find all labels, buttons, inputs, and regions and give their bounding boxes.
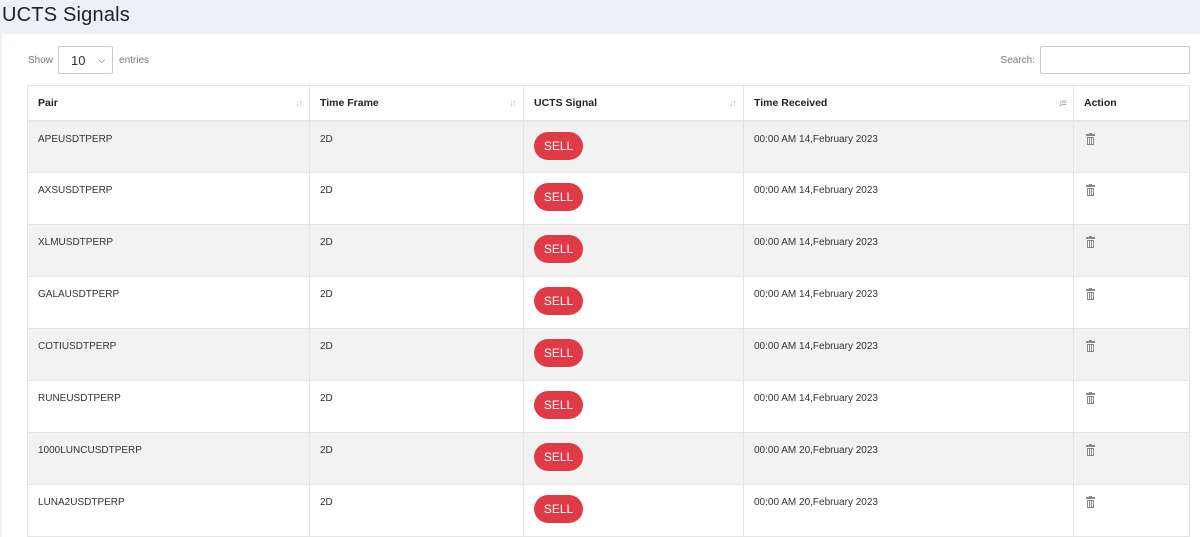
table-row: GALAUSDTPERP 2D SELL 00:00 AM 14,February 2…: [27, 276, 1190, 329]
action-cell: [1073, 224, 1190, 277]
table-row: 1000LUNCUSDTPERP 2D SELL 00:00 AM 20,Februa…: [27, 432, 1190, 485]
entries-length-control: Show 10 ⌵ entries: [28, 45, 149, 75]
sell-badge: SELL: [534, 443, 583, 471]
column-header-pair[interactable]: Pair ↓↑: [27, 85, 310, 122]
entries-label: entries: [119, 54, 150, 66]
table-row: XLMUSDTPERP 2D SELL 00:00 AM 14,February 20…: [27, 224, 1190, 277]
page-title: UCTS Signals: [2, 4, 130, 26]
sort-icon: ↓↑: [509, 98, 517, 109]
time-received-cell: 00:00 AM 14,February 2023: [743, 328, 1074, 381]
time-received-cell: 00:00 AM 14,February 2023: [743, 172, 1074, 225]
time-received-cell: 00:00 AM 14,February 2023: [743, 276, 1074, 329]
timeframe-cell: 2D: [309, 328, 524, 381]
time-received-cell: 00:00 AM 14,February 2023: [743, 224, 1074, 277]
table-row: LUNA2USDTPERP 2D SELL 00:00 AM 20,February …: [27, 484, 1190, 537]
table-row: AXSUSDTPERP 2D SELL 00:00 AM 14,February 20…: [27, 172, 1190, 225]
show-label: Show: [28, 54, 54, 66]
sell-badge: SELL: [534, 287, 583, 315]
action-cell: [1073, 380, 1190, 433]
column-header-label: Pair: [38, 96, 58, 109]
table-row: APEUSDTPERP 2D SELL 00:00 AM 14,February 20…: [27, 120, 1190, 173]
sell-badge: SELL: [534, 391, 583, 419]
column-header-label: Time Received: [754, 96, 828, 109]
sell-badge: SELL: [534, 235, 583, 263]
signal-cell: SELL: [523, 276, 744, 329]
trash-icon[interactable]: [1086, 444, 1095, 456]
timeframe-cell: 2D: [309, 172, 524, 225]
timeframe-cell: 2D: [309, 380, 524, 433]
action-cell: [1073, 276, 1190, 329]
column-header-label: Action: [1084, 96, 1117, 109]
column-header-action: Action: [1073, 85, 1190, 122]
search-label: Search:: [1000, 54, 1035, 66]
signal-cell: SELL: [523, 484, 744, 537]
trash-icon[interactable]: [1086, 392, 1095, 404]
sell-badge: SELL: [534, 339, 583, 367]
search-input[interactable]: [1040, 46, 1190, 74]
pair-cell: COTIUSDTPERP: [27, 328, 310, 381]
timeframe-cell: 2D: [309, 432, 524, 485]
signals-panel: Show 10 ⌵ entries Search: Pair ↓↑ Time Fr…: [2, 34, 1200, 537]
trash-icon[interactable]: [1086, 340, 1095, 352]
sort-desc-icon: ↓≡: [1058, 98, 1067, 109]
table-controls: Show 10 ⌵ entries Search:: [28, 45, 1190, 75]
time-received-cell: 00:00 AM 20,February 2023: [743, 432, 1074, 485]
chevron-down-icon: ⌵: [98, 54, 106, 65]
signal-cell: SELL: [523, 328, 744, 381]
action-cell: [1073, 120, 1190, 173]
timeframe-cell: 2D: [309, 276, 524, 329]
pair-cell: APEUSDTPERP: [27, 120, 310, 173]
timeframe-cell: 2D: [309, 224, 524, 277]
signals-table: Pair ↓↑ Time Frame ↓↑ UCTS Signal ↓↑ Time R…: [27, 85, 1190, 537]
signal-cell: SELL: [523, 224, 744, 277]
search-control: Search:: [1001, 45, 1190, 75]
table-row: RUNEUSDTPERP 2D SELL 00:00 AM 14,February 2…: [27, 380, 1190, 433]
signal-cell: SELL: [523, 432, 744, 485]
trash-icon[interactable]: [1086, 288, 1095, 300]
sort-icon: ↓↑: [295, 98, 303, 109]
time-received-cell: 00:00 AM 20,February 2023: [743, 484, 1074, 537]
action-cell: [1073, 328, 1190, 381]
timeframe-cell: 2D: [309, 120, 524, 173]
table-row: COTIUSDTPERP 2D SELL 00:00 AM 14,February 2…: [27, 328, 1190, 381]
pair-cell: LUNA2USDTPERP: [27, 484, 310, 537]
column-header-label: UCTS Signal: [534, 96, 598, 109]
entries-select-value: 10: [71, 52, 86, 68]
pair-cell: GALAUSDTPERP: [27, 276, 310, 329]
action-cell: [1073, 432, 1190, 485]
column-header-time-received[interactable]: Time Received ↓≡: [743, 85, 1074, 122]
trash-icon[interactable]: [1086, 496, 1095, 508]
entries-select[interactable]: 10 ⌵: [58, 46, 114, 74]
pair-cell: AXSUSDTPERP: [27, 172, 310, 225]
signal-cell: SELL: [523, 120, 744, 173]
column-header-label: Time Frame: [320, 96, 379, 109]
action-cell: [1073, 484, 1190, 537]
trash-icon[interactable]: [1086, 132, 1095, 145]
sort-icon: ↓↑: [729, 98, 737, 109]
time-received-cell: 00:00 AM 14,February 2023: [743, 380, 1074, 433]
sell-badge: SELL: [534, 183, 583, 211]
trash-icon[interactable]: [1086, 184, 1095, 196]
trash-icon[interactable]: [1086, 236, 1095, 248]
pair-cell: XLMUSDTPERP: [27, 224, 310, 277]
column-header-time-frame[interactable]: Time Frame ↓↑: [309, 85, 524, 122]
timeframe-cell: 2D: [309, 484, 524, 537]
pair-cell: 1000LUNCUSDTPERP: [27, 432, 310, 485]
table-header-row: Pair ↓↑ Time Frame ↓↑ UCTS Signal ↓↑ Time R…: [27, 85, 1190, 122]
signal-cell: SELL: [523, 380, 744, 433]
pair-cell: RUNEUSDTPERP: [27, 380, 310, 433]
signal-cell: SELL: [523, 172, 744, 225]
action-cell: [1073, 172, 1190, 225]
sell-badge: SELL: [534, 131, 583, 160]
sell-badge: SELL: [534, 495, 583, 523]
time-received-cell: 00:00 AM 14,February 2023: [743, 120, 1074, 173]
column-header-ucts-signal[interactable]: UCTS Signal ↓↑: [523, 85, 744, 122]
